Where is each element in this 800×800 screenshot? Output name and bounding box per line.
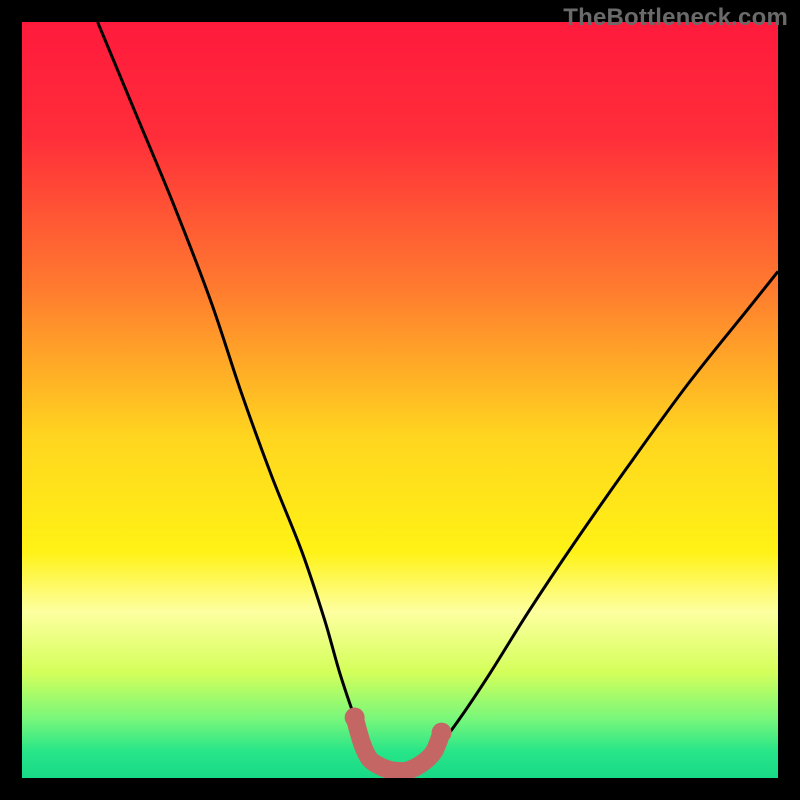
watermark-text: TheBottleneck.com	[563, 4, 788, 32]
gradient-background	[22, 22, 778, 778]
bottleneck-chart	[22, 22, 778, 778]
marker-end-dot	[345, 708, 365, 728]
chart-frame: TheBottleneck.com	[0, 0, 800, 800]
marker-end-dot	[432, 723, 452, 743]
plot-area	[22, 22, 778, 778]
